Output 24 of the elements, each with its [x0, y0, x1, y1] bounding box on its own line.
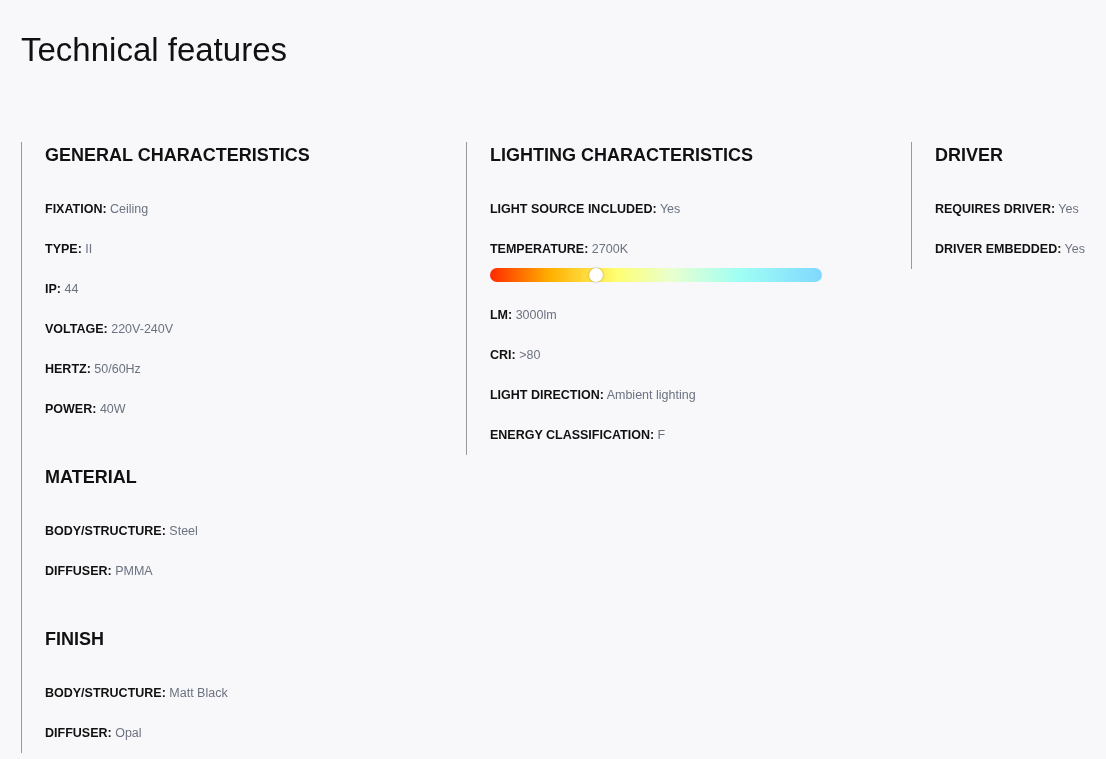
spec-line: HERTZ: 50/60Hz [45, 361, 142, 378]
spec-line: REQUIRES DRIVER: Yes [934, 201, 1080, 218]
spec-line: BODY/STRUCTURE: Steel [45, 523, 199, 540]
section-heading: LIGHTING CHARACTERISTICS [489, 144, 754, 167]
section-heading: DRIVER [934, 144, 1004, 167]
spec-line: ENERGY CLASSIFICATION: F [489, 427, 667, 444]
page-title: Technical features [21, 30, 288, 70]
spec-line: VOLTAGE: 220V-240V [45, 321, 175, 338]
spec-line: BODY/STRUCTURE: Matt Black [45, 685, 229, 702]
spec-line: DRIVER EMBEDDED: Yes [934, 241, 1085, 258]
spec-line: POWER: 40W [45, 401, 127, 418]
spec-line: CRI: >80 [489, 347, 542, 364]
spec-line: TYPE: II [45, 241, 94, 258]
spec-line: LIGHT SOURCE INCLUDED: Yes [489, 201, 682, 218]
spec-line: DIFFUSER: Opal [45, 725, 143, 742]
spec-line: LM: 3000lm [489, 307, 558, 324]
spec-line: IP: 44 [45, 281, 80, 298]
spec-line: DIFFUSER: PMMA [45, 563, 154, 580]
spec-line: LIGHT DIRECTION: Ambient lighting [489, 387, 697, 404]
section-heading: FINISH [45, 628, 105, 651]
section-heading: MATERIAL [45, 466, 138, 489]
spec-line: TEMPERATURE: 2700K [489, 241, 629, 258]
spec-line: FIXATION: Ceiling [45, 201, 150, 218]
section-heading: GENERAL CHARACTERISTICS [45, 144, 311, 167]
